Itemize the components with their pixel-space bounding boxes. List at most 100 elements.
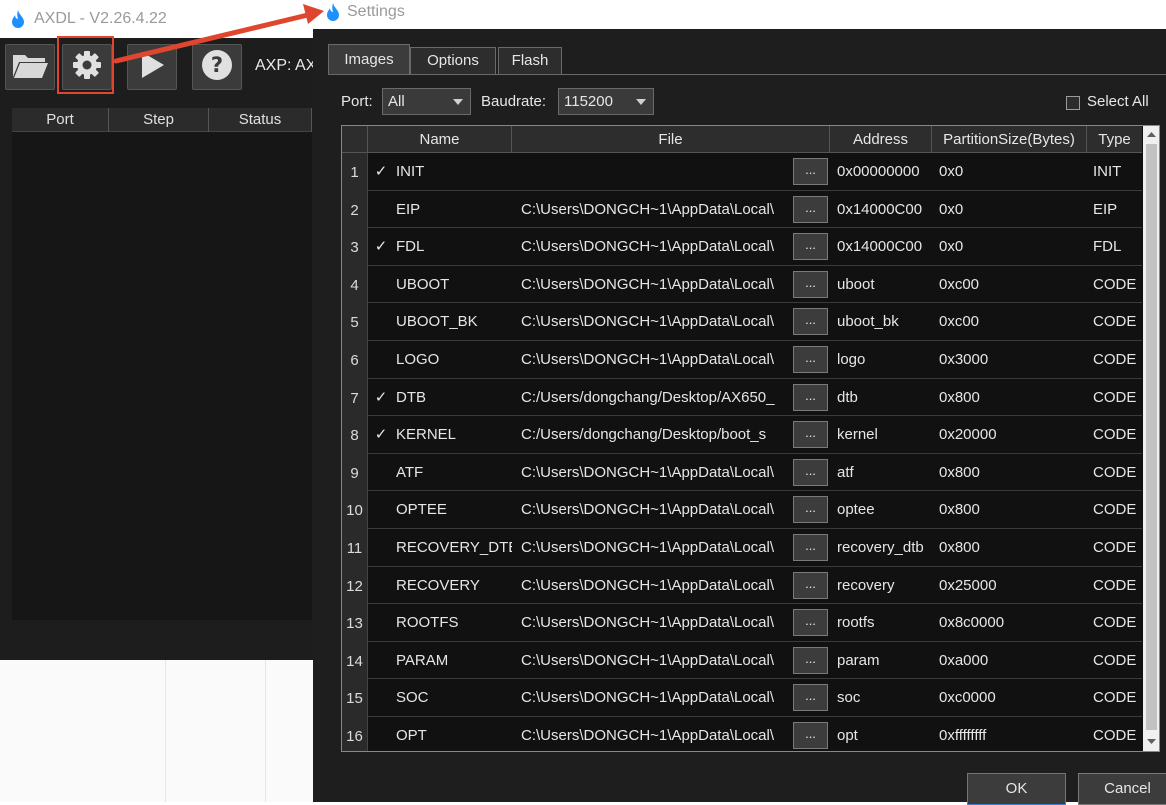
address-cell[interactable]: param <box>837 642 932 680</box>
address-cell[interactable]: 0x14000C00 <box>837 228 932 266</box>
table-row[interactable]: 7 ✓ DTB C:/Users/dongchang/Desktop/AX650… <box>342 378 1142 417</box>
size-cell[interactable]: 0x800 <box>939 491 1084 529</box>
size-cell[interactable]: 0x800 <box>939 454 1084 492</box>
row-checkbox[interactable] <box>374 642 388 680</box>
file-cell[interactable]: C:\Users\DONGCH~1\AppData\Local\ <box>521 679 789 717</box>
size-cell[interactable]: 0x3000 <box>939 341 1084 379</box>
browse-button[interactable]: ... <box>793 646 828 674</box>
table-row[interactable]: 12 RECOVERY C:\Users\DONGCH~1\AppData\Lo… <box>342 566 1142 605</box>
port-select[interactable]: All <box>382 88 471 115</box>
address-column-header[interactable]: Address <box>830 126 932 153</box>
file-column-header[interactable]: File <box>512 126 830 153</box>
step-column-header[interactable]: Step <box>109 108 209 132</box>
scroll-down-icon[interactable] <box>1143 734 1159 748</box>
file-cell[interactable]: C:/Users/dongchang/Desktop/boot_s <box>521 416 789 454</box>
port-column-header[interactable]: Port <box>12 108 109 132</box>
size-column-header[interactable]: PartitionSize(Bytes) <box>932 126 1087 153</box>
browse-button[interactable]: ... <box>793 684 828 712</box>
file-cell[interactable]: C:\Users\DONGCH~1\AppData\Local\ <box>521 454 789 492</box>
size-cell[interactable]: 0xc00 <box>939 303 1084 341</box>
address-cell[interactable]: logo <box>837 341 932 379</box>
address-cell[interactable]: recovery_dtb <box>837 529 932 567</box>
table-row[interactable]: 16 OPT C:\Users\DONGCH~1\AppData\Local\ … <box>342 717 1142 751</box>
file-cell[interactable] <box>521 153 789 191</box>
browse-button[interactable]: ... <box>793 609 828 637</box>
browse-button[interactable]: ... <box>793 722 828 749</box>
name-column-header[interactable]: Name <box>368 126 512 153</box>
tab-images[interactable]: Images <box>328 44 410 75</box>
settings-button[interactable] <box>62 44 112 90</box>
browse-button[interactable]: ... <box>793 421 828 449</box>
tab-options[interactable]: Options <box>410 47 496 74</box>
scroll-up-icon[interactable] <box>1143 128 1159 142</box>
address-cell[interactable]: dtb <box>837 379 932 417</box>
row-checkbox[interactable]: ✓ <box>374 379 388 417</box>
table-row[interactable]: 8 ✓ KERNEL C:/Users/dongchang/Desktop/bo… <box>342 416 1142 454</box>
address-cell[interactable]: uboot <box>837 266 932 304</box>
file-cell[interactable]: C:\Users\DONGCH~1\AppData\Local\ <box>521 642 789 680</box>
table-row[interactable]: 3 ✓ FDL C:\Users\DONGCH~1\AppData\Local\… <box>342 228 1142 266</box>
table-row[interactable]: 2 EIP C:\Users\DONGCH~1\AppData\Local\ .… <box>342 190 1142 229</box>
address-cell[interactable]: atf <box>837 454 932 492</box>
table-row[interactable]: 13 ROOTFS C:\Users\DONGCH~1\AppData\Loca… <box>342 604 1142 642</box>
size-cell[interactable]: 0x0 <box>939 153 1084 191</box>
address-cell[interactable]: opt <box>837 717 932 751</box>
browse-button[interactable]: ... <box>793 496 828 524</box>
row-checkbox[interactable] <box>374 454 388 492</box>
file-cell[interactable]: C:\Users\DONGCH~1\AppData\Local\ <box>521 491 789 529</box>
start-button[interactable] <box>127 44 177 90</box>
table-row[interactable]: 11 RECOVERY_DTB C:\Users\DONGCH~1\AppDat… <box>342 529 1142 567</box>
size-cell[interactable]: 0x8c0000 <box>939 604 1084 642</box>
row-checkbox[interactable] <box>374 529 388 567</box>
row-checkbox[interactable] <box>374 567 388 605</box>
size-cell[interactable]: 0x800 <box>939 379 1084 417</box>
cancel-button[interactable]: Cancel <box>1078 773 1166 805</box>
browse-button[interactable]: ... <box>793 534 828 561</box>
row-checkbox[interactable]: ✓ <box>374 228 388 266</box>
address-cell[interactable]: uboot_bk <box>837 303 932 341</box>
browse-button[interactable]: ... <box>793 233 828 261</box>
browse-button[interactable]: ... <box>793 383 828 411</box>
browse-button[interactable]: ... <box>793 571 828 599</box>
address-cell[interactable]: 0x00000000 <box>837 153 932 191</box>
size-cell[interactable]: 0xffffffff <box>939 717 1084 751</box>
browse-button[interactable]: ... <box>793 346 828 373</box>
file-cell[interactable]: C:\Users\DONGCH~1\AppData\Local\ <box>521 191 789 229</box>
browse-button[interactable]: ... <box>793 458 828 486</box>
table-row[interactable]: 9 ATF C:\Users\DONGCH~1\AppData\Local\ .… <box>342 453 1142 492</box>
size-cell[interactable]: 0x800 <box>939 529 1084 567</box>
browse-button[interactable]: ... <box>793 158 828 185</box>
row-checkbox[interactable] <box>374 679 388 717</box>
row-checkbox[interactable] <box>374 604 388 642</box>
file-cell[interactable]: C:\Users\DONGCH~1\AppData\Local\ <box>521 303 789 341</box>
row-checkbox[interactable] <box>374 717 388 751</box>
row-checkbox[interactable] <box>374 491 388 529</box>
browse-button[interactable]: ... <box>793 195 828 223</box>
address-cell[interactable]: soc <box>837 679 932 717</box>
file-cell[interactable]: C:\Users\DONGCH~1\AppData\Local\ <box>521 228 789 266</box>
table-row[interactable]: 4 UBOOT C:\Users\DONGCH~1\AppData\Local\… <box>342 265 1142 304</box>
file-cell[interactable]: C:\Users\DONGCH~1\AppData\Local\ <box>521 529 789 567</box>
file-cell[interactable]: C:\Users\DONGCH~1\AppData\Local\ <box>521 567 789 605</box>
size-cell[interactable]: 0xc0000 <box>939 679 1084 717</box>
table-row[interactable]: 10 OPTEE C:\Users\DONGCH~1\AppData\Local… <box>342 491 1142 529</box>
address-cell[interactable]: recovery <box>837 567 932 605</box>
table-row[interactable]: 6 LOGO C:\Users\DONGCH~1\AppData\Local\ … <box>342 341 1142 379</box>
row-checkbox[interactable] <box>374 191 388 229</box>
address-cell[interactable]: optee <box>837 491 932 529</box>
size-cell[interactable]: 0xa000 <box>939 642 1084 680</box>
row-checkbox[interactable] <box>374 303 388 341</box>
vertical-scrollbar[interactable] <box>1143 126 1159 751</box>
help-button[interactable]: ? <box>192 44 242 90</box>
tab-flash[interactable]: Flash <box>498 47 562 74</box>
file-cell[interactable]: C:\Users\DONGCH~1\AppData\Local\ <box>521 604 789 642</box>
size-cell[interactable]: 0x0 <box>939 191 1084 229</box>
row-checkbox[interactable] <box>374 341 388 379</box>
size-cell[interactable]: 0x0 <box>939 228 1084 266</box>
address-cell[interactable]: 0x14000C00 <box>837 191 932 229</box>
file-cell[interactable]: C:\Users\DONGCH~1\AppData\Local\ <box>521 717 789 751</box>
address-cell[interactable]: kernel <box>837 416 932 454</box>
open-folder-button[interactable] <box>5 44 55 90</box>
file-cell[interactable]: C:\Users\DONGCH~1\AppData\Local\ <box>521 266 789 304</box>
scrollbar-thumb[interactable] <box>1146 144 1157 730</box>
